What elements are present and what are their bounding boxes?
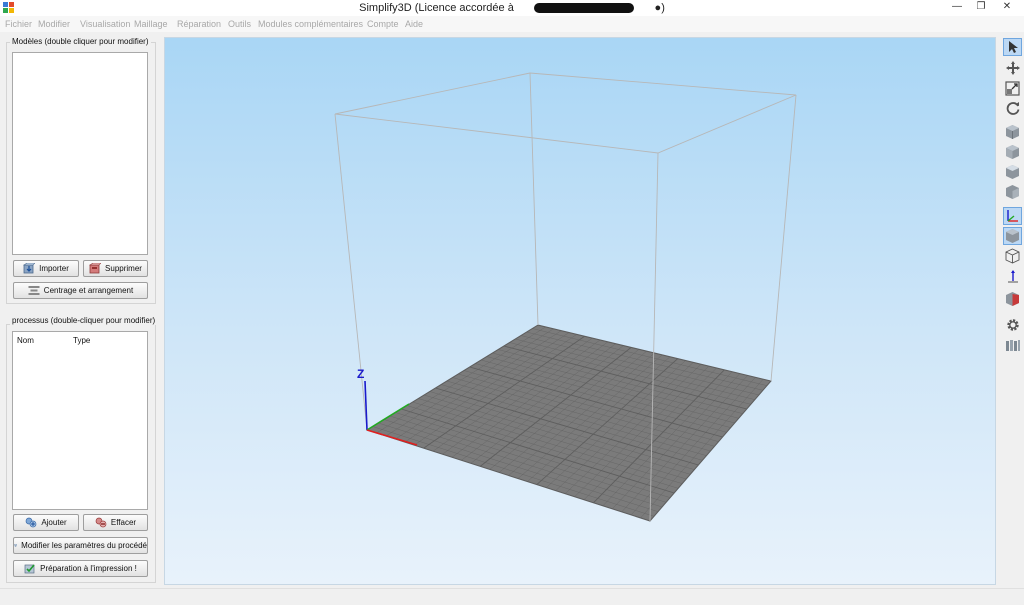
select-arrow-icon: [1008, 41, 1018, 53]
view-cube-top-icon: [1006, 165, 1019, 179]
build-plate: [365, 324, 772, 522]
redacted-license-name: [534, 3, 634, 13]
delete-icon: [89, 263, 102, 274]
wireframe-cube-icon: [1005, 248, 1020, 264]
column-header-type[interactable]: Type: [73, 336, 90, 345]
cross-section-icon: [1006, 292, 1019, 306]
wireframe-view-toggle[interactable]: [1003, 247, 1022, 265]
menu-item-modules[interactable]: Modules complémentaires: [258, 19, 363, 29]
models-group-title: Modèles (double cliquer pour modifier): [10, 37, 151, 46]
models-list[interactable]: [12, 52, 148, 255]
cross-section-tool[interactable]: [1003, 290, 1022, 308]
3d-viewport[interactable]: Z: [164, 37, 996, 585]
tools-menu-button[interactable]: [1003, 336, 1022, 354]
restore-button[interactable]: ❐: [970, 0, 992, 14]
column-header-name[interactable]: Nom: [17, 336, 34, 345]
settings-tool[interactable]: [1003, 316, 1022, 334]
add-process-icon: [25, 517, 37, 528]
prepare-print-label: Préparation à l'impression !: [40, 564, 137, 573]
build-volume-scene: Z: [334, 72, 797, 522]
gear-icon: [1006, 319, 1019, 331]
axes-icon: [1007, 209, 1018, 222]
import-label: Importer: [39, 264, 69, 273]
center-arrange-label: Centrage et arrangement: [43, 286, 134, 295]
move-icon: [1005, 61, 1020, 75]
prepare-print-icon: [24, 564, 35, 574]
menu-item-maillage[interactable]: Maillage: [134, 19, 168, 29]
arrange-icon: [28, 286, 40, 295]
processes-list[interactable]: Nom Type: [12, 331, 148, 510]
remove-process-label: Effacer: [110, 518, 137, 527]
scale-tool[interactable]: [1003, 79, 1022, 97]
scale-icon: [1005, 80, 1020, 96]
right-toolbar: [1000, 37, 1024, 357]
add-process-label: Ajouter: [41, 518, 67, 527]
close-button[interactable]: ✕: [996, 0, 1018, 14]
solid-view-toggle[interactable]: [1003, 227, 1022, 245]
menu-bar: Fichier Modifier Visualisation Maillage …: [0, 16, 1024, 32]
process-settings-icon: [14, 544, 18, 547]
origin-view-toggle[interactable]: [1003, 267, 1022, 285]
move-tool[interactable]: [1003, 59, 1022, 77]
remove-process-button[interactable]: Effacer: [83, 514, 148, 531]
select-tool[interactable]: [1003, 38, 1022, 56]
view-cube-side-icon: [1006, 185, 1019, 199]
title-bar: Simplify3D (Licence accordée à__________…: [0, 0, 1024, 16]
menu-item-compte[interactable]: Compte: [367, 19, 399, 29]
view-default-tool[interactable]: [1003, 123, 1022, 141]
processes-group-title: processus (double-cliquer pour modifier): [10, 316, 158, 325]
view-front-tool[interactable]: [1003, 143, 1022, 161]
edit-process-settings-label: Modifier les paramètres du procédé: [21, 541, 147, 550]
solid-cube-icon: [1006, 229, 1019, 243]
left-panel: Modèles (double cliquer pour modifier) I…: [0, 32, 160, 588]
origin-arrow-icon: [1007, 269, 1018, 282]
menu-item-fichier[interactable]: Fichier: [5, 19, 32, 29]
show-axes-toggle[interactable]: [1003, 207, 1022, 225]
prepare-print-button[interactable]: Préparation à l'impression !: [13, 560, 148, 577]
view-cube-front-icon: [1006, 145, 1019, 159]
status-bar: [0, 588, 1024, 605]
rotate-icon: [1006, 102, 1019, 115]
menu-item-modifier[interactable]: Modifier: [38, 19, 70, 29]
menu-item-reparation[interactable]: Réparation: [177, 19, 221, 29]
menu-item-aide[interactable]: Aide: [405, 19, 423, 29]
tools-icon: [1005, 340, 1020, 351]
import-icon: [23, 263, 36, 274]
view-cube-icon: [1006, 125, 1019, 139]
import-button[interactable]: Importer: [13, 260, 79, 277]
view-side-tool[interactable]: [1003, 183, 1022, 201]
delete-button[interactable]: Supprimer: [83, 260, 148, 277]
minimize-button[interactable]: —: [946, 0, 968, 14]
delete-label: Supprimer: [105, 264, 142, 273]
remove-process-icon: [95, 517, 107, 528]
window-title: Simplify3D (Licence accordée à__________…: [359, 2, 665, 14]
menu-item-visualisation[interactable]: Visualisation: [80, 19, 130, 29]
edit-process-settings-button[interactable]: Modifier les paramètres du procédé: [13, 537, 148, 554]
add-process-button[interactable]: Ajouter: [13, 514, 79, 531]
rotate-tool[interactable]: [1003, 99, 1022, 117]
z-axis-label: Z: [357, 367, 364, 381]
center-arrange-button[interactable]: Centrage et arrangement: [13, 282, 148, 299]
menu-item-outils[interactable]: Outils: [228, 19, 251, 29]
view-top-tool[interactable]: [1003, 163, 1022, 181]
z-axis: [364, 380, 368, 431]
